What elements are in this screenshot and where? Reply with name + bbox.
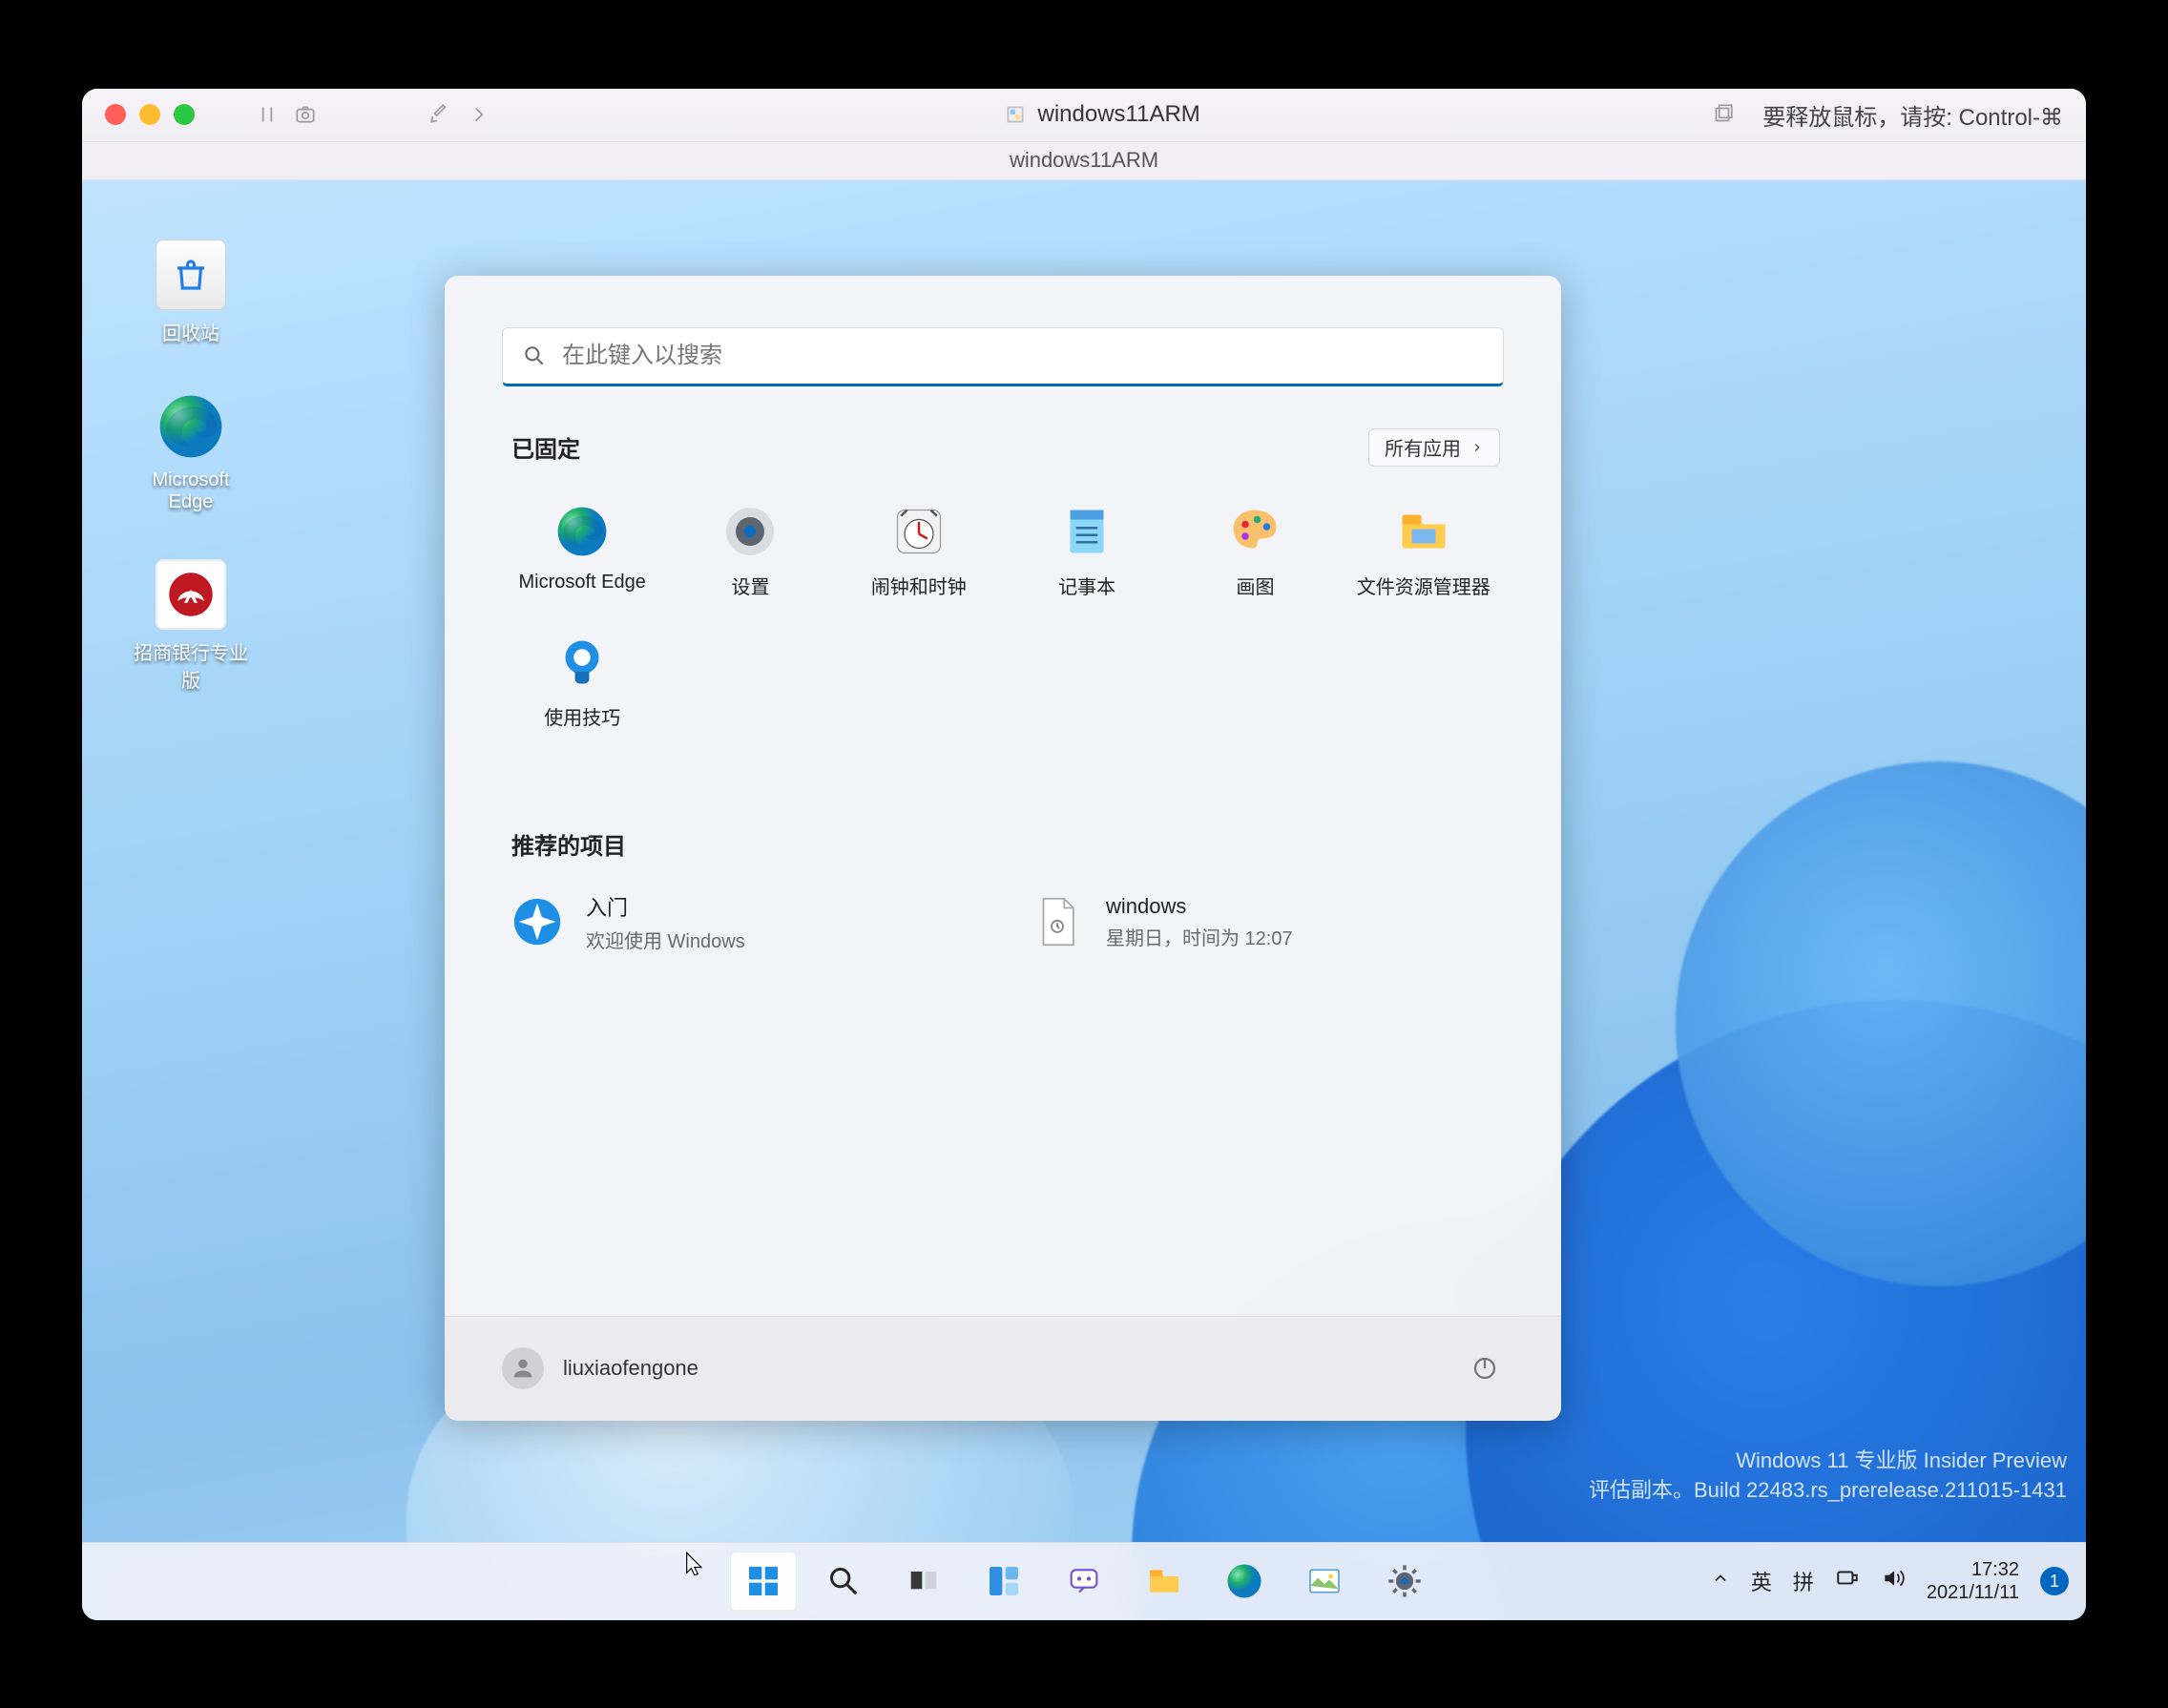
desktop-icon-edge[interactable]: Microsoft Edge [134, 391, 248, 513]
all-apps-button[interactable]: 所有应用 [1368, 428, 1500, 467]
watermark-line1: Windows 11 专业版 Insider Preview [1589, 1447, 2067, 1476]
pinned-app-paint[interactable]: 画图 [1175, 493, 1335, 609]
edge-icon [156, 391, 226, 462]
desktop-icon-label: Microsoft Edge [134, 469, 248, 513]
forward-button[interactable] [466, 101, 492, 128]
start-search-box[interactable] [502, 327, 1504, 386]
close-button[interactable] [105, 104, 126, 125]
cmb-bank-icon [156, 559, 226, 630]
recommended-list: 入门 欢迎使用 Windows windows 星期日，时间为 12:07 [502, 884, 1504, 961]
pinned-app-notepad[interactable]: 记事本 [1007, 493, 1167, 609]
avatar-icon [502, 1347, 544, 1389]
vm-icon [1002, 101, 1029, 128]
start-search-input[interactable] [562, 343, 1484, 369]
chevron-right-icon [1470, 441, 1484, 454]
pinned-app-tips[interactable]: 使用技巧 [502, 624, 662, 739]
pinned-header: 已固定 [511, 430, 580, 464]
start-button[interactable] [730, 1552, 797, 1611]
taskbar-search-button[interactable] [810, 1552, 877, 1611]
notepad-icon [1058, 503, 1115, 560]
lightbulb-icon [553, 634, 611, 691]
power-button[interactable] [1466, 1349, 1504, 1387]
paint-icon [1226, 503, 1283, 560]
recycle-bin-icon [156, 240, 226, 310]
taskbar-center [730, 1552, 1438, 1611]
vm-title: windows11ARM [1038, 101, 1200, 128]
vm-window: windows11ARM 要释放鼠标，请按: Control-⌘ windows… [82, 89, 2086, 1620]
reco-title: windows [1106, 894, 1293, 919]
mouse-cursor [682, 1551, 709, 1577]
taskbar-clock[interactable]: 17:32 2021/11/11 [1927, 1558, 2019, 1604]
edge-icon [553, 503, 611, 560]
desktop-icon-label: 回收站 [162, 318, 219, 345]
pin-label: 画图 [1236, 572, 1274, 599]
snapshot-button[interactable] [292, 101, 319, 128]
ime-indicator-lang[interactable]: 英 [1751, 1566, 1772, 1596]
pin-label: 闹钟和时钟 [871, 572, 967, 599]
document-icon [1030, 894, 1085, 949]
network-icon[interactable] [1835, 1566, 1860, 1596]
pin-label: 设置 [731, 572, 769, 599]
taskbar: 英 拼 17:32 2021/11/11 1 [82, 1542, 2086, 1620]
watermark-line2: 评估副本。Build 22483.rs_prerelease.211015-14… [1589, 1476, 2067, 1506]
edge-taskbar-button[interactable] [1211, 1552, 1278, 1611]
start-footer: liuxiaofengone [445, 1316, 1561, 1421]
chat-button[interactable] [1051, 1552, 1117, 1611]
pinned-app-clock[interactable]: 闹钟和时钟 [839, 493, 999, 609]
configure-button[interactable] [427, 101, 454, 128]
system-tray: 英 拼 17:32 2021/11/11 1 [1711, 1558, 2069, 1604]
minimize-button[interactable] [139, 104, 160, 125]
photos-button[interactable] [1291, 1552, 1358, 1611]
windowed-mode-button[interactable] [1709, 101, 1736, 128]
fullscreen-button[interactable] [174, 104, 195, 125]
notification-badge[interactable]: 1 [2040, 1567, 2069, 1595]
explorer-button[interactable] [1131, 1552, 1198, 1611]
desktop-icons: 回收站 Microsoft Edge 招商银行专业版 [134, 240, 248, 693]
pinned-grid: Microsoft Edge 设置 闹钟和时钟 记事本 画图 [502, 493, 1504, 818]
task-view-button[interactable] [890, 1552, 957, 1611]
desktop-icon-recycle-bin[interactable]: 回收站 [134, 240, 248, 345]
mouse-release-hint: 要释放鼠标，请按: Control-⌘ [1762, 98, 2063, 132]
clock-date: 2021/11/11 [1927, 1581, 2019, 1604]
recommended-item-doc[interactable]: windows 星期日，时间为 12:07 [1022, 884, 1504, 961]
reco-title: 入门 [586, 891, 745, 922]
desktop-icon-cmb-bank[interactable]: 招商银行专业版 [134, 559, 248, 693]
pin-label: 文件资源管理器 [1357, 572, 1490, 599]
folder-icon [1395, 503, 1452, 560]
reco-subtitle: 星期日，时间为 12:07 [1106, 923, 1293, 950]
windows-watermark: Windows 11 专业版 Insider Preview 评估副本。Buil… [1589, 1447, 2067, 1506]
clock-icon [890, 503, 948, 560]
vm-sub-toolbar: windows11ARM [82, 142, 2086, 180]
getstarted-icon [510, 894, 565, 949]
guest-desktop[interactable]: 回收站 Microsoft Edge 招商银行专业版 Windows 11 专业… [82, 180, 2086, 1620]
pin-label: Microsoft Edge [518, 572, 645, 594]
start-user-button[interactable]: liuxiaofengone [502, 1347, 698, 1389]
start-menu: 已固定 所有应用 Microsoft Edge 设置 闹钟和时钟 [445, 276, 1561, 1421]
pinned-app-explorer[interactable]: 文件资源管理器 [1344, 493, 1504, 609]
search-icon [522, 344, 547, 368]
vm-sub-title: windows11ARM [1010, 148, 1158, 173]
pin-label: 使用技巧 [544, 702, 620, 730]
reco-subtitle: 欢迎使用 Windows [586, 926, 745, 953]
mac-toolbar: windows11ARM 要释放鼠标，请按: Control-⌘ [82, 89, 2086, 142]
pin-label: 记事本 [1058, 572, 1115, 599]
settings-taskbar-button[interactable] [1371, 1552, 1438, 1611]
desktop-icon-label: 招商银行专业版 [134, 637, 248, 693]
widgets-button[interactable] [970, 1552, 1037, 1611]
all-apps-label: 所有应用 [1385, 433, 1461, 461]
recommended-item-getstarted[interactable]: 入门 欢迎使用 Windows [502, 884, 984, 961]
username: liuxiaofengone [563, 1356, 698, 1381]
gear-icon [721, 503, 779, 560]
ime-indicator-mode[interactable]: 拼 [1793, 1566, 1814, 1596]
volume-icon[interactable] [1881, 1566, 1906, 1596]
clock-time: 17:32 [1927, 1558, 2019, 1581]
recommended-header: 推荐的项目 [511, 827, 626, 861]
pinned-app-edge[interactable]: Microsoft Edge [502, 493, 662, 609]
pause-vm-button[interactable] [254, 101, 281, 128]
window-controls [105, 104, 195, 125]
tray-overflow-button[interactable] [1711, 1569, 1730, 1593]
pinned-app-settings[interactable]: 设置 [670, 493, 830, 609]
